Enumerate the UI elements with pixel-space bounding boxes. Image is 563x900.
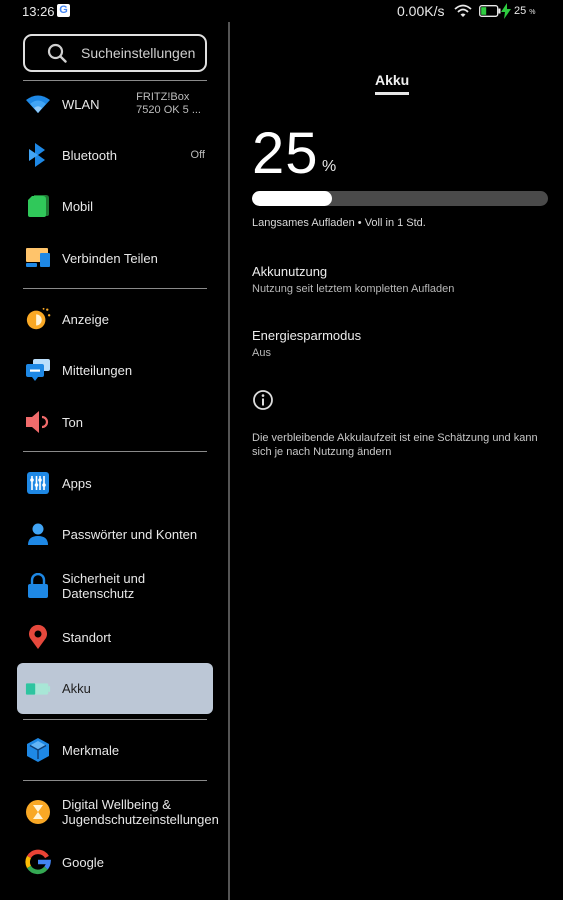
- wifi-icon: [25, 91, 51, 117]
- wifi-icon: [454, 4, 472, 17]
- sidebar-item-label: Standort: [62, 629, 112, 645]
- apps-sliders-icon: [25, 470, 51, 496]
- location-pin-icon: [25, 624, 51, 650]
- sidebar-item-akku[interactable]: Akku: [17, 663, 213, 714]
- sidebar-item-mobil[interactable]: Mobil: [17, 181, 213, 231]
- lock-icon: [25, 573, 51, 599]
- search-placeholder: Sucheinstellungen: [81, 45, 196, 61]
- battery-charging-icon: [479, 5, 501, 17]
- sidebar-item-label: Verbinden Teilen: [62, 250, 158, 266]
- title-underline: [375, 92, 409, 95]
- hourglass-icon: [25, 799, 51, 825]
- sidebar-item-anzeige[interactable]: Anzeige: [17, 294, 213, 344]
- sidebar-item-label: Mobil: [62, 198, 94, 214]
- display-brightness-icon: [25, 306, 51, 332]
- sidebar-item-sicherheit-und-datenschutz[interactable]: Sicherheit und Datenschutz: [17, 561, 213, 611]
- features-cube-icon: [25, 737, 51, 763]
- divider: [23, 719, 207, 720]
- battery-icon: [25, 676, 51, 702]
- battery-percent-value: 25: [514, 5, 527, 17]
- battery-detail-pane: Akku 25 % Langsames Aufladen • Voll in 1…: [230, 22, 563, 900]
- connect-share-icon: [25, 245, 51, 271]
- charging-status: Langsames Aufladen • Voll in 1 Std.: [252, 217, 426, 229]
- battery-level-unit: %: [322, 158, 337, 175]
- bluetooth-status: Off: [190, 148, 205, 161]
- wlan-network-name: FRITZ!Box 7520 OK 5 ...: [136, 91, 201, 116]
- sidebar-item-mitteilungen[interactable]: Mitteilungen: [17, 345, 213, 395]
- pref-subtitle: Nutzung seit letztem kompletten Aufladen: [252, 283, 455, 295]
- status-bar: 13:26 G 0.00K/s 25%: [0, 0, 563, 22]
- sidebar-item-label: Digital Wellbeing & Jugendschutzeinstell…: [62, 797, 219, 827]
- status-battery-percent: 25%: [514, 5, 535, 17]
- search-settings-field[interactable]: Sucheinstellungen: [23, 34, 207, 72]
- info-icon: [253, 390, 273, 410]
- divider: [23, 780, 207, 781]
- sidebar-item-label: Apps: [62, 475, 92, 491]
- sidebar-item-label: Google: [62, 854, 104, 870]
- sidebar-item-merkmale[interactable]: Merkmale: [17, 725, 213, 775]
- pref-subtitle: Aus: [252, 347, 271, 359]
- sidebar-item-ton[interactable]: Ton: [17, 397, 213, 447]
- sidebar-item-bluetooth[interactable]: Bluetooth Off: [17, 130, 213, 180]
- divider: [23, 288, 207, 289]
- sidebar-item-label: Sicherheit und Datenschutz: [62, 571, 146, 601]
- pref-title: Akkunutzung: [252, 264, 328, 279]
- sidebar-item-label: Merkmale: [62, 742, 120, 758]
- sidebar-item-passwoerter-und-konten[interactable]: Passwörter und Konten: [17, 509, 213, 559]
- battery-estimate-info: Die verbleibende Akkulaufzeit ist eine S…: [252, 432, 538, 458]
- sidebar-item-label: Ton: [62, 414, 83, 430]
- sidebar-item-label: Anzeige: [62, 311, 109, 327]
- divider: [23, 451, 207, 452]
- sidebar-item-label: Passwörter und Konten: [62, 526, 198, 542]
- battery-percent-unit: %: [529, 9, 536, 16]
- notifications-icon: [25, 357, 51, 383]
- sim-card-icon: [25, 193, 51, 219]
- sidebar-item-google[interactable]: Google: [17, 837, 213, 887]
- sidebar-item-apps[interactable]: Apps: [17, 458, 213, 508]
- sidebar-item-verbinden-teilen[interactable]: Verbinden Teilen: [17, 233, 213, 283]
- account-icon: [25, 521, 51, 547]
- sidebar-item-digital-wellbeing[interactable]: Digital Wellbeing & Jugendschutzeinstell…: [17, 786, 219, 838]
- sidebar-item-wlan[interactable]: WLAN FRITZ!Box 7520 OK 5 ...: [17, 79, 213, 129]
- page-title: Akku: [375, 72, 410, 88]
- google-icon: [25, 849, 51, 875]
- search-icon: [47, 43, 67, 63]
- charging-bolt-icon: [501, 3, 511, 19]
- battery-level-value: 25: [252, 121, 319, 186]
- sidebar-item-label: Bluetooth: [62, 147, 117, 163]
- sidebar-item-standort[interactable]: Standort: [17, 612, 213, 662]
- google-g-icon: G: [57, 4, 70, 17]
- sidebar-item-label: Mitteilungen: [62, 362, 133, 378]
- pref-akkunutzung[interactable]: Akkunutzung Nutzung seit letztem komplet…: [252, 264, 454, 295]
- sound-icon: [25, 409, 51, 435]
- network-speed: 0.00K/s: [397, 3, 445, 19]
- bluetooth-icon: [25, 142, 51, 168]
- sidebar-item-label: Akku: [62, 681, 91, 696]
- pref-title: Energiesparmodus: [252, 328, 362, 343]
- battery-progress-fill: [252, 191, 332, 206]
- pref-energiesparmodus[interactable]: Energiesparmodus Aus: [252, 328, 361, 359]
- settings-sidebar: Sucheinstellungen WLAN FRITZ!Box 7520 OK…: [0, 22, 228, 900]
- status-time: 13:26: [22, 4, 55, 19]
- battery-progress-bar: [252, 191, 548, 206]
- sidebar-item-label: WLAN: [62, 96, 100, 112]
